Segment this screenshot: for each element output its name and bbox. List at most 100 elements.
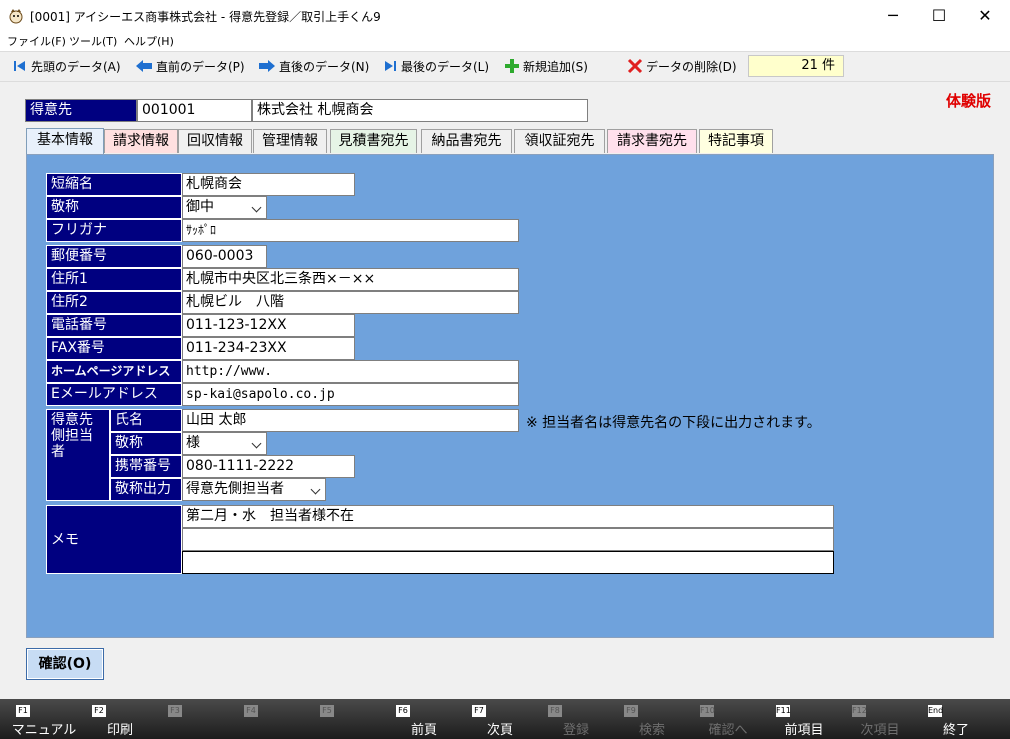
customer-label: 得意先: [25, 99, 137, 122]
phone-label: 電話番号: [46, 314, 182, 337]
address1-label: 住所1: [46, 268, 182, 291]
homepage-field[interactable]: http://www.: [182, 360, 519, 383]
last-record-button[interactable]: 最後のデータ(L): [382, 56, 489, 76]
fkey-cap: F7: [472, 705, 486, 717]
short-name-label: 短縮名: [46, 173, 182, 196]
fkey-f5: F5: [310, 702, 386, 736]
fkey-label: 印刷: [106, 723, 133, 738]
prev-record-label: 直前のデータ(P): [156, 59, 245, 74]
memo-line-2[interactable]: [182, 528, 834, 551]
fkey-cap: F1: [16, 705, 30, 717]
arrow-right-icon: [259, 60, 275, 72]
add-record-label: 新規追加(S): [523, 59, 588, 74]
delete-record-label: データの削除(D): [646, 59, 737, 74]
menu-help[interactable]: ヘルプ(H): [124, 33, 174, 49]
contact-honorific-select[interactable]: 様: [182, 432, 267, 455]
confirm-button[interactable]: 確認(O): [26, 648, 104, 680]
fkey-f12: F12 次項目: [842, 702, 918, 738]
honorific-output-select[interactable]: 得意先側担当者: [182, 478, 326, 501]
maximize-button[interactable]: ☐: [916, 0, 962, 31]
contact-name-field[interactable]: 山田 太郎: [182, 409, 519, 432]
tab-2[interactable]: 請求情報: [104, 129, 178, 153]
next-record-button[interactable]: 直後のデータ(N): [258, 56, 369, 76]
fkey-cap: F5: [320, 705, 334, 717]
tab-4[interactable]: 管理情報: [253, 129, 327, 153]
chevron-down-icon: [310, 484, 321, 495]
memo-label: メモ: [46, 505, 182, 574]
fkey-cap: F10: [700, 705, 715, 717]
mobile-field[interactable]: 080-1111-2222: [182, 455, 355, 478]
fkey-cap: F8: [548, 705, 562, 717]
fkey-f7[interactable]: F7 次頁: [462, 702, 538, 738]
fkey-f11[interactable]: F11 前項目: [766, 702, 842, 738]
fkey-label: マニュアル: [11, 723, 77, 738]
phone-field[interactable]: 011-123-12XX: [182, 314, 355, 337]
tab-6[interactable]: 納品書宛先: [421, 129, 512, 153]
fkey-label: 検索: [638, 723, 665, 738]
fkey-cap: F12: [852, 705, 867, 717]
plus-icon: [505, 59, 519, 73]
furigana-field[interactable]: ｻｯﾎﾟﾛ: [182, 219, 519, 242]
contact-note: ※ 担当者名は得意先名の下段に出力されます。: [526, 415, 821, 431]
fkey-f2[interactable]: F2 印刷: [82, 702, 158, 738]
menu-file[interactable]: ファイル(F): [7, 33, 66, 49]
fkey-f6[interactable]: F6 前頁: [386, 702, 462, 738]
fkey-label: 前項目: [784, 723, 824, 738]
address1-field[interactable]: 札幌市中央区北三条西×－××: [182, 268, 519, 291]
minimize-button[interactable]: ─: [870, 0, 916, 31]
window-title: [0001] アイシーエス商事株式会社 - 得意先登録／取引上手くん9: [30, 10, 381, 24]
last-record-label: 最後のデータ(L): [401, 59, 490, 74]
honorific-output-value: 得意先側担当者: [186, 481, 284, 497]
fkey-cap: F3: [168, 705, 182, 717]
fkey-cap: F4: [244, 705, 258, 717]
contact-group-label: 得意先側担当者: [46, 409, 110, 501]
tab-9[interactable]: 特記事項: [699, 129, 773, 153]
tab-5[interactable]: 見積書宛先: [330, 129, 417, 153]
homepage-label: ホームページアドレス: [46, 360, 182, 383]
email-field[interactable]: sp-kai@sapolo.co.jp: [182, 383, 519, 406]
fax-label: FAX番号: [46, 337, 182, 360]
memo-line-3[interactable]: [182, 551, 834, 574]
fkey-cap: F6: [396, 705, 410, 717]
add-record-button[interactable]: 新規追加(S): [504, 56, 588, 76]
next-record-label: 直後のデータ(N): [279, 59, 370, 74]
short-name-field[interactable]: 札幌商会: [182, 173, 355, 196]
first-record-button[interactable]: 先頭のデータ(A): [12, 56, 121, 76]
customer-code-field[interactable]: 001001: [137, 99, 252, 122]
address2-field[interactable]: 札幌ビル 八階: [182, 291, 519, 314]
menu-tools[interactable]: ツール(T): [69, 33, 117, 49]
record-count: 21 件: [748, 55, 844, 77]
honorific-output-label: 敬称出力: [110, 478, 182, 501]
fkey-cap: F11: [776, 705, 791, 717]
fkey-f3: F3: [158, 702, 234, 736]
arrow-left-icon: [136, 60, 152, 72]
fkey-f1[interactable]: F1 マニュアル: [6, 702, 82, 738]
customer-name-field[interactable]: 株式会社 札幌商会: [252, 99, 588, 122]
address2-label: 住所2: [46, 291, 182, 314]
tab-8[interactable]: 請求書宛先: [607, 129, 697, 153]
fkey-label: 次頁: [486, 723, 513, 738]
first-icon: [14, 61, 25, 71]
tab-3[interactable]: 回収情報: [178, 129, 252, 153]
fkey-label: 前頁: [410, 723, 437, 738]
first-record-label: 先頭のデータ(A): [31, 59, 121, 74]
zip-field[interactable]: 060-0003: [182, 245, 267, 268]
tab-7[interactable]: 領収証宛先: [514, 129, 605, 153]
close-button[interactable]: ✕: [962, 0, 1008, 31]
fkey-cap: End: [928, 705, 944, 717]
chevron-down-icon: [251, 202, 262, 213]
fkey-f4: F4: [234, 702, 310, 736]
prev-record-button[interactable]: 直前のデータ(P): [135, 56, 245, 76]
fax-field[interactable]: 011-234-23XX: [182, 337, 355, 360]
memo-line-1[interactable]: 第二月・水 担当者様不在: [182, 505, 834, 528]
honorific-select[interactable]: 御中: [182, 196, 267, 219]
contact-name-label: 氏名: [110, 409, 182, 432]
fkey-label: 次項目: [860, 723, 900, 738]
fkey-label: 登録: [562, 723, 589, 738]
fkey-end[interactable]: End 終了: [918, 702, 994, 738]
tab-1[interactable]: 基本情報: [26, 128, 104, 155]
delete-record-button[interactable]: データの削除(D): [627, 56, 737, 76]
app-icon: [8, 8, 24, 24]
fkey-f10: F10 確認へ: [690, 702, 766, 738]
fkey-cap: F2: [92, 705, 106, 717]
